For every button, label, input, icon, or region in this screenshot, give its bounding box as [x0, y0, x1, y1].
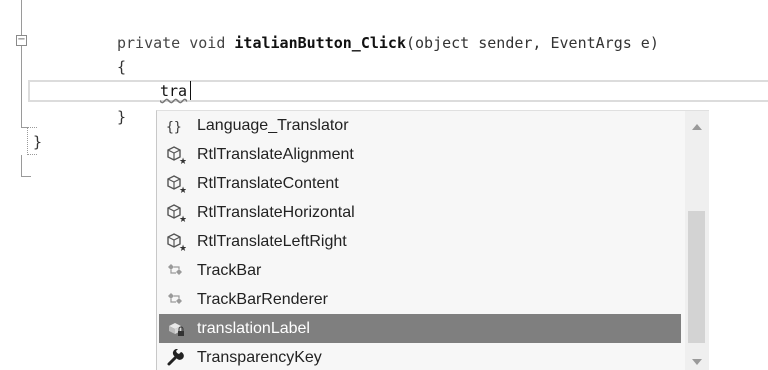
collapse-icon: − — [17, 34, 26, 45]
outline-guide-top — [21, 0, 22, 36]
completion-item-label: RtlTranslateContent — [197, 174, 339, 192]
event-icon: ★ — [163, 174, 189, 194]
svg-text:★: ★ — [179, 186, 186, 193]
keyword-private: private — [117, 34, 181, 52]
completion-item-label: RtlTranslateHorizontal — [197, 203, 355, 221]
code-editor[interactable]: − } private void italianButton_Click(obj… — [0, 0, 768, 370]
completion-item[interactable]: TransparencyKey — [159, 343, 681, 370]
svg-text:★: ★ — [179, 157, 186, 164]
event-icon: ★ — [163, 203, 189, 223]
completion-item-label: RtlTranslateAlignment — [197, 145, 354, 163]
svg-text:★: ★ — [179, 244, 186, 251]
keyword-void: void — [189, 34, 226, 52]
completion-item-label: TrackBarRenderer — [197, 290, 329, 308]
completion-item[interactable]: ★ RtlTranslateAlignment — [159, 140, 681, 169]
completion-list[interactable]: {} Language_Translator ★ RtlTranslateAli… — [156, 110, 709, 370]
method-params: (object sender, EventArgs e) — [406, 34, 659, 52]
outline-guide-bottom — [21, 155, 22, 177]
event-icon: ★ — [163, 145, 189, 165]
completion-item[interactable]: TrackBar — [159, 256, 681, 285]
outline-guide-body — [21, 46, 22, 128]
completion-item[interactable]: TrackBarRenderer — [159, 285, 681, 314]
completion-item-selected[interactable]: translationLabel — [159, 314, 681, 343]
class-icon — [163, 261, 189, 281]
scroll-down-arrow-icon[interactable] — [692, 359, 702, 365]
completion-item-label: Language_Translator — [197, 116, 349, 134]
scroll-thumb[interactable] — [688, 211, 705, 343]
completion-item-label: TrackBar — [197, 261, 262, 279]
outer-close-brace: } — [33, 133, 43, 151]
collapse-toggle[interactable]: − — [16, 35, 27, 46]
text-caret — [190, 81, 191, 100]
namespace-icon: {} — [163, 116, 189, 136]
current-line-highlight — [28, 80, 768, 102]
completion-scrollbar[interactable] — [685, 111, 709, 370]
method-name: italianButton_Click — [234, 34, 406, 52]
completion-item[interactable]: ★ RtlTranslateHorizontal — [159, 198, 681, 227]
property-icon — [163, 348, 189, 368]
typed-text[interactable]: tra — [160, 81, 187, 101]
open-brace: { — [117, 58, 127, 76]
field-icon — [163, 319, 189, 339]
completion-item[interactable]: ★ RtlTranslateLeftRight — [159, 227, 681, 256]
completion-item-label: RtlTranslateLeftRight — [197, 232, 347, 250]
completion-item-label: translationLabel — [197, 319, 310, 337]
completion-item[interactable]: ★ RtlTranslateContent — [159, 169, 681, 198]
class-icon — [163, 290, 189, 310]
close-brace: } — [117, 108, 127, 126]
scroll-up-arrow-icon[interactable] — [692, 124, 702, 130]
completion-item-label: TransparencyKey — [197, 348, 322, 366]
event-icon: ★ — [163, 232, 189, 252]
completion-item[interactable]: {} Language_Translator — [159, 111, 681, 140]
svg-text:{}: {} — [166, 120, 182, 134]
svg-text:★: ★ — [179, 215, 186, 222]
method-signature-line[interactable]: private void italianButton_Click(object … — [117, 33, 659, 53]
outline-guide-tick-end — [21, 176, 31, 177]
